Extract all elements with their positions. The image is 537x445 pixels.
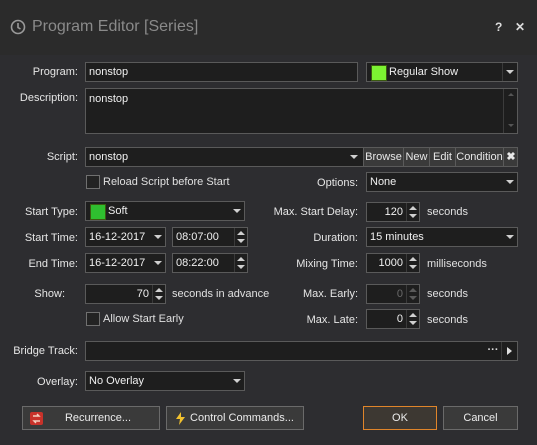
- play-icon[interactable]: [501, 342, 517, 360]
- start-clock-spinner[interactable]: [234, 228, 247, 246]
- max-start-delay-value: 120: [384, 206, 403, 218]
- max-start-delay-input[interactable]: 120: [366, 202, 420, 222]
- mixing-time-spinner[interactable]: [406, 254, 419, 272]
- program-type-select[interactable]: Regular Show: [366, 62, 518, 82]
- mixing-time-input[interactable]: 1000: [366, 253, 420, 273]
- control-commands-label: Control Commands...: [190, 412, 294, 424]
- max-start-delay-label: Max. Start Delay:: [273, 206, 358, 218]
- program-type-color-swatch: [371, 65, 387, 81]
- duration-label: Duration:: [313, 232, 358, 244]
- allow-start-early-checkbox[interactable]: [86, 312, 100, 326]
- duration-select[interactable]: 15 minutes: [366, 227, 518, 247]
- end-clock-value: 08:22:00: [176, 257, 219, 269]
- help-button[interactable]: ?: [495, 20, 502, 34]
- browse-button[interactable]: Browse: [363, 148, 403, 166]
- end-clock-input[interactable]: 08:22:00: [172, 253, 248, 273]
- start-type-label: Start Type:: [25, 206, 78, 218]
- window-title: Program Editor [Series]: [32, 18, 199, 35]
- end-date-value: 16-12-2017: [89, 257, 146, 269]
- end-clock-spinner[interactable]: [234, 254, 247, 272]
- script-chevron-down-icon[interactable]: [347, 148, 361, 166]
- start-type-color-swatch: [90, 204, 106, 220]
- lightning-icon: [176, 412, 185, 425]
- bridge-track-label: Bridge Track:: [13, 345, 78, 357]
- bridge-track-input[interactable]: ···: [85, 341, 518, 361]
- condition-button[interactable]: Condition: [455, 148, 503, 166]
- max-start-delay-spinner[interactable]: [406, 203, 419, 221]
- reload-script-checkbox[interactable]: [86, 175, 100, 189]
- options-value: None: [370, 176, 397, 188]
- max-early-value: 0: [396, 288, 403, 300]
- reload-script-label: Reload Script before Start: [103, 176, 230, 188]
- description-value: nonstop: [89, 93, 129, 105]
- end-date-picker[interactable]: 16-12-2017: [85, 253, 166, 273]
- cancel-button[interactable]: Cancel: [443, 406, 518, 430]
- bridge-track-browse-button[interactable]: ···: [485, 342, 501, 360]
- show-spinner[interactable]: [152, 285, 165, 303]
- chevron-down-icon[interactable]: [503, 228, 517, 246]
- chevron-down-icon[interactable]: [502, 63, 517, 81]
- options-label: Options:: [317, 177, 358, 189]
- max-late-spinner[interactable]: [406, 310, 419, 328]
- description-textarea[interactable]: nonstop: [85, 88, 518, 134]
- overlay-value: No Overlay: [89, 375, 145, 387]
- allow-start-early-label: Allow Start Early: [103, 313, 184, 325]
- start-clock-input[interactable]: 08:07:00: [172, 227, 248, 247]
- max-early-spinner: [406, 285, 419, 303]
- overlay-label: Overlay:: [37, 376, 78, 388]
- script-row: nonstop Browse New Edit Condition ✖: [85, 147, 518, 167]
- overlay-select[interactable]: No Overlay: [85, 371, 245, 391]
- chevron-down-icon[interactable]: [503, 173, 517, 191]
- show-value: 70: [136, 288, 149, 300]
- new-button[interactable]: New: [403, 148, 429, 166]
- program-input[interactable]: nonstop: [85, 62, 358, 82]
- max-late-unit: seconds: [427, 314, 468, 326]
- start-clock-value: 08:07:00: [176, 231, 219, 243]
- start-type-select[interactable]: Soft: [85, 201, 245, 221]
- mixing-time-label: Mixing Time:: [296, 258, 358, 270]
- max-late-label: Max. Late:: [306, 314, 358, 326]
- chevron-down-icon[interactable]: [151, 254, 165, 272]
- max-early-unit: seconds: [427, 288, 468, 300]
- chevron-down-icon[interactable]: [151, 228, 165, 246]
- show-input[interactable]: 70: [85, 284, 166, 304]
- script-label: Script:: [46, 151, 78, 163]
- max-late-value: 0: [396, 313, 403, 325]
- max-start-delay-unit: seconds: [427, 206, 468, 218]
- description-scrollbar[interactable]: [503, 89, 517, 133]
- max-late-input[interactable]: 0: [366, 309, 420, 329]
- edit-button[interactable]: Edit: [429, 148, 455, 166]
- duration-value: 15 minutes: [370, 231, 424, 243]
- description-label: Description:: [19, 92, 78, 104]
- recurrence-button[interactable]: Recurrence...: [22, 406, 160, 430]
- clock-icon: [10, 19, 26, 35]
- clear-script-button[interactable]: ✖: [503, 148, 517, 166]
- close-button[interactable]: ✕: [515, 20, 525, 34]
- control-commands-button[interactable]: Control Commands...: [166, 406, 304, 430]
- start-time-label: Start Time:: [24, 232, 78, 244]
- show-unit: seconds in advance: [172, 288, 270, 300]
- options-select[interactable]: None: [366, 172, 518, 192]
- program-type-value: Regular Show: [389, 66, 459, 78]
- start-date-picker[interactable]: 16-12-2017: [85, 227, 166, 247]
- ok-button[interactable]: OK: [363, 406, 437, 430]
- end-time-label: End Time:: [28, 258, 78, 270]
- chevron-down-icon[interactable]: [230, 372, 244, 390]
- mixing-time-unit: milliseconds: [427, 258, 487, 270]
- start-type-value: Soft: [108, 205, 128, 217]
- start-date-value: 16-12-2017: [89, 231, 146, 243]
- recurrence-icon: [30, 412, 43, 425]
- script-value: nonstop: [89, 151, 129, 163]
- max-early-label: Max. Early:: [302, 288, 358, 300]
- recurrence-label: Recurrence...: [64, 412, 132, 424]
- mixing-time-value: 1000: [378, 257, 403, 269]
- program-label: Program:: [32, 66, 78, 78]
- show-label: Show:: [34, 288, 65, 300]
- max-early-input: 0: [366, 284, 420, 304]
